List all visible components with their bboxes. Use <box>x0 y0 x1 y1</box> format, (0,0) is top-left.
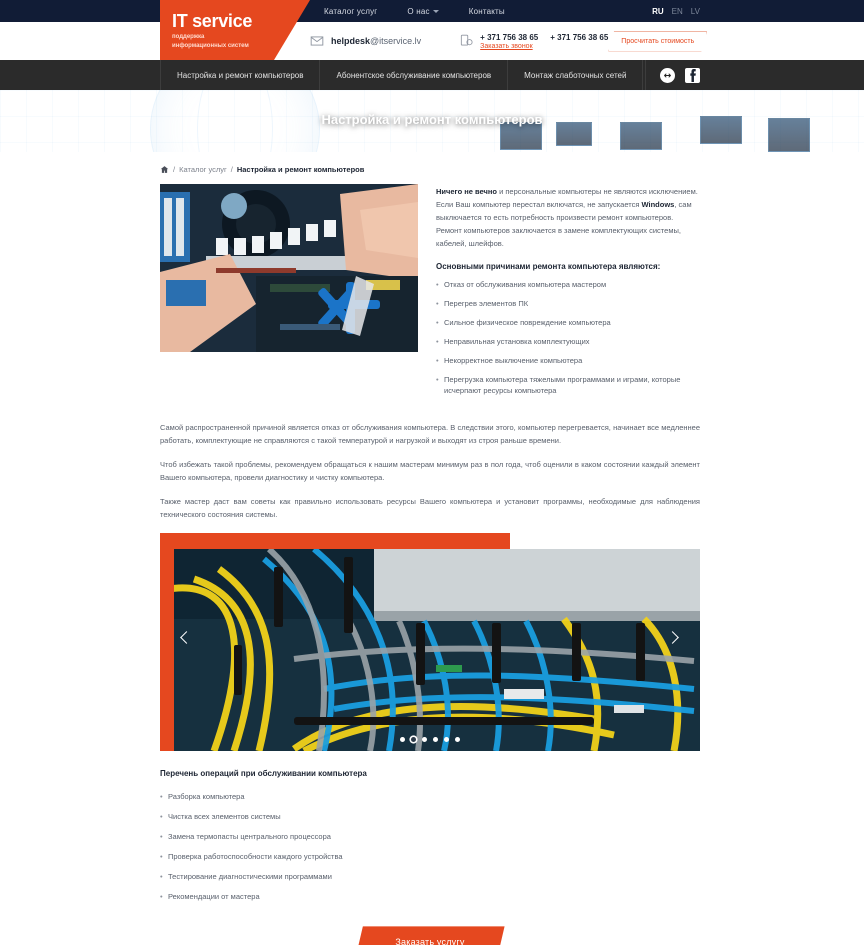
header-phone-2[interactable]: + 371 756 38 65 <box>550 33 608 42</box>
list-item: Отказ от обслуживания компьютера мастеро… <box>436 280 700 291</box>
order-service-button[interactable]: Заказать услугу <box>355 926 505 945</box>
reasons-list: Отказ от обслуживания компьютера мастеро… <box>436 280 700 396</box>
list-item: Замена термопасты центрального процессор… <box>160 832 700 841</box>
page-title: Настройка и ремонт компьютеров <box>321 112 543 127</box>
chevron-right-icon <box>666 631 679 645</box>
network-cables-image <box>174 549 700 752</box>
slider-dot[interactable] <box>433 737 438 743</box>
slider-dot[interactable] <box>444 737 449 743</box>
reasons-title: Основными причинами ремонта компьютера я… <box>436 262 661 272</box>
operations-list: Разборка компьютера Чистка всех элементо… <box>160 792 700 901</box>
page-root: Каталог услуг О нас Контакты RU EN LV IT… <box>0 0 864 945</box>
logo-subtitle: поддержка информационных систем <box>172 34 249 49</box>
lang-lv[interactable]: LV <box>691 7 700 16</box>
callback-link[interactable]: Заказать звонок <box>480 43 608 50</box>
list-item: Чистка всех элементов системы <box>160 812 700 821</box>
list-item: Разборка компьютера <box>160 792 700 801</box>
list-item: Перегрузка компьютера тяжелыми программа… <box>436 375 700 397</box>
topnav-label: О нас <box>407 6 430 16</box>
intro-section: Ничего не вечно и персональные компьютер… <box>160 184 700 405</box>
topnav-item-contacts[interactable]: Контакты <box>469 7 505 16</box>
email-domain: @itservice.lv <box>370 36 422 46</box>
nav-item-subscription[interactable]: Абонентское обслуживание компьютеров <box>320 60 509 90</box>
motherboard-image <box>160 184 418 352</box>
breadcrumb: / Каталог услуг / Настройка и ремонт ком… <box>160 152 700 184</box>
header-email-text: helpdesk@itservice.lv <box>331 36 421 46</box>
body-paragraph: Самой распространенной причиной является… <box>160 422 700 445</box>
lang-ru[interactable]: RU <box>652 7 664 16</box>
intro-paragraph: Ничего не вечно и персональные компьютер… <box>436 186 700 250</box>
main-content: / Каталог услуг / Настройка и ремонт ком… <box>0 152 864 945</box>
body-paragraph: Чтоб избежать такой проблемы, рекомендуе… <box>160 459 700 482</box>
facebook-icon[interactable] <box>685 67 700 83</box>
envelope-icon <box>310 36 324 46</box>
cta-section: Заказать услугу <box>160 912 700 945</box>
list-item: Неправильная установка комплектующих <box>436 337 700 348</box>
list-item: Некорректное выключение компьютера <box>436 356 700 367</box>
top-navigation: Каталог услуг О нас Контакты <box>324 7 505 16</box>
slider-dot[interactable] <box>400 737 405 743</box>
list-item: Проверка работоспособности каждого устро… <box>160 852 700 861</box>
slider-next-button[interactable] <box>666 631 686 651</box>
logo[interactable]: IT service поддержка информационных сист… <box>160 0 310 60</box>
breadcrumb-sep: / <box>230 165 233 174</box>
top-bar: Каталог услуг О нас Контакты RU EN LV <box>0 0 864 22</box>
hero-banner: Настройка и ремонт компьютеров <box>0 90 864 152</box>
intro-photo <box>160 184 418 352</box>
slider-frame-left <box>160 533 174 752</box>
list-item: Рекомендации от мастера <box>160 892 700 901</box>
image-slider <box>160 533 700 752</box>
slider-frame-top <box>160 533 510 550</box>
breadcrumb-current: Настройка и ремонт компьютеров <box>236 165 365 174</box>
operations-section: Перечень операций при обслуживании компь… <box>160 751 700 901</box>
header-email[interactable]: helpdesk@itservice.lv <box>310 34 421 48</box>
draugiem-icon[interactable] <box>660 67 675 83</box>
chevron-left-icon <box>180 631 193 645</box>
home-icon[interactable] <box>160 165 169 174</box>
nav-social-links <box>645 60 700 90</box>
site-header: IT service поддержка информационных сист… <box>0 0 864 60</box>
slider-dot[interactable] <box>455 737 460 743</box>
operations-title: Перечень операций при обслуживании компь… <box>160 769 367 779</box>
email-user: helpdesk <box>331 36 371 46</box>
slider-dot[interactable] <box>422 737 427 743</box>
chevron-down-icon <box>432 9 439 13</box>
phone-icon <box>461 34 473 46</box>
breadcrumb-catalog[interactable]: Каталог услуг <box>179 165 227 174</box>
topnav-label: Контакты <box>468 6 505 16</box>
breadcrumb-sep: / <box>173 165 176 174</box>
topnav-item-catalog[interactable]: Каталог услуг <box>324 7 377 16</box>
list-item: Тестирование диагностическими программам… <box>160 872 700 881</box>
list-item: Перегрев элементов ПК <box>436 299 700 310</box>
topnav-item-about[interactable]: О нас <box>407 6 439 16</box>
header-phones: + 371 756 38 65 + 371 756 38 65 Заказать… <box>459 33 608 50</box>
slider-dot-active[interactable] <box>411 737 416 743</box>
list-item: Сильное физическое повреждение компьютер… <box>436 318 700 329</box>
intro-bold-2: Windows <box>641 199 675 209</box>
intro-text: Ничего не вечно и персональные компьютер… <box>436 184 700 405</box>
main-navigation: Настройка и ремонт компьютеров Абонентск… <box>0 60 864 90</box>
body-paragraph: Также мастер даст вам советы как правиль… <box>160 497 700 520</box>
topnav-label: Каталог услуг <box>324 6 378 16</box>
slider-prev-button[interactable] <box>180 631 200 651</box>
language-switcher: RU EN LV <box>652 0 700 22</box>
lang-en[interactable]: EN <box>672 7 683 16</box>
calculate-cost-button[interactable]: Просчитать стоимость <box>608 30 708 52</box>
body-paragraphs: Самой распространенной причиной является… <box>160 405 700 522</box>
nav-item-repair[interactable]: Настройка и ремонт компьютеров <box>160 60 321 90</box>
slider-dots <box>160 737 700 743</box>
nav-item-networks[interactable]: Монтаж слаботочных сетей <box>508 60 644 90</box>
header-phone-1[interactable]: + 371 756 38 65 <box>480 33 538 42</box>
slider-image <box>174 549 700 752</box>
intro-bold-1: Ничего не вечно <box>436 187 497 196</box>
logo-title: IT service <box>172 11 253 31</box>
